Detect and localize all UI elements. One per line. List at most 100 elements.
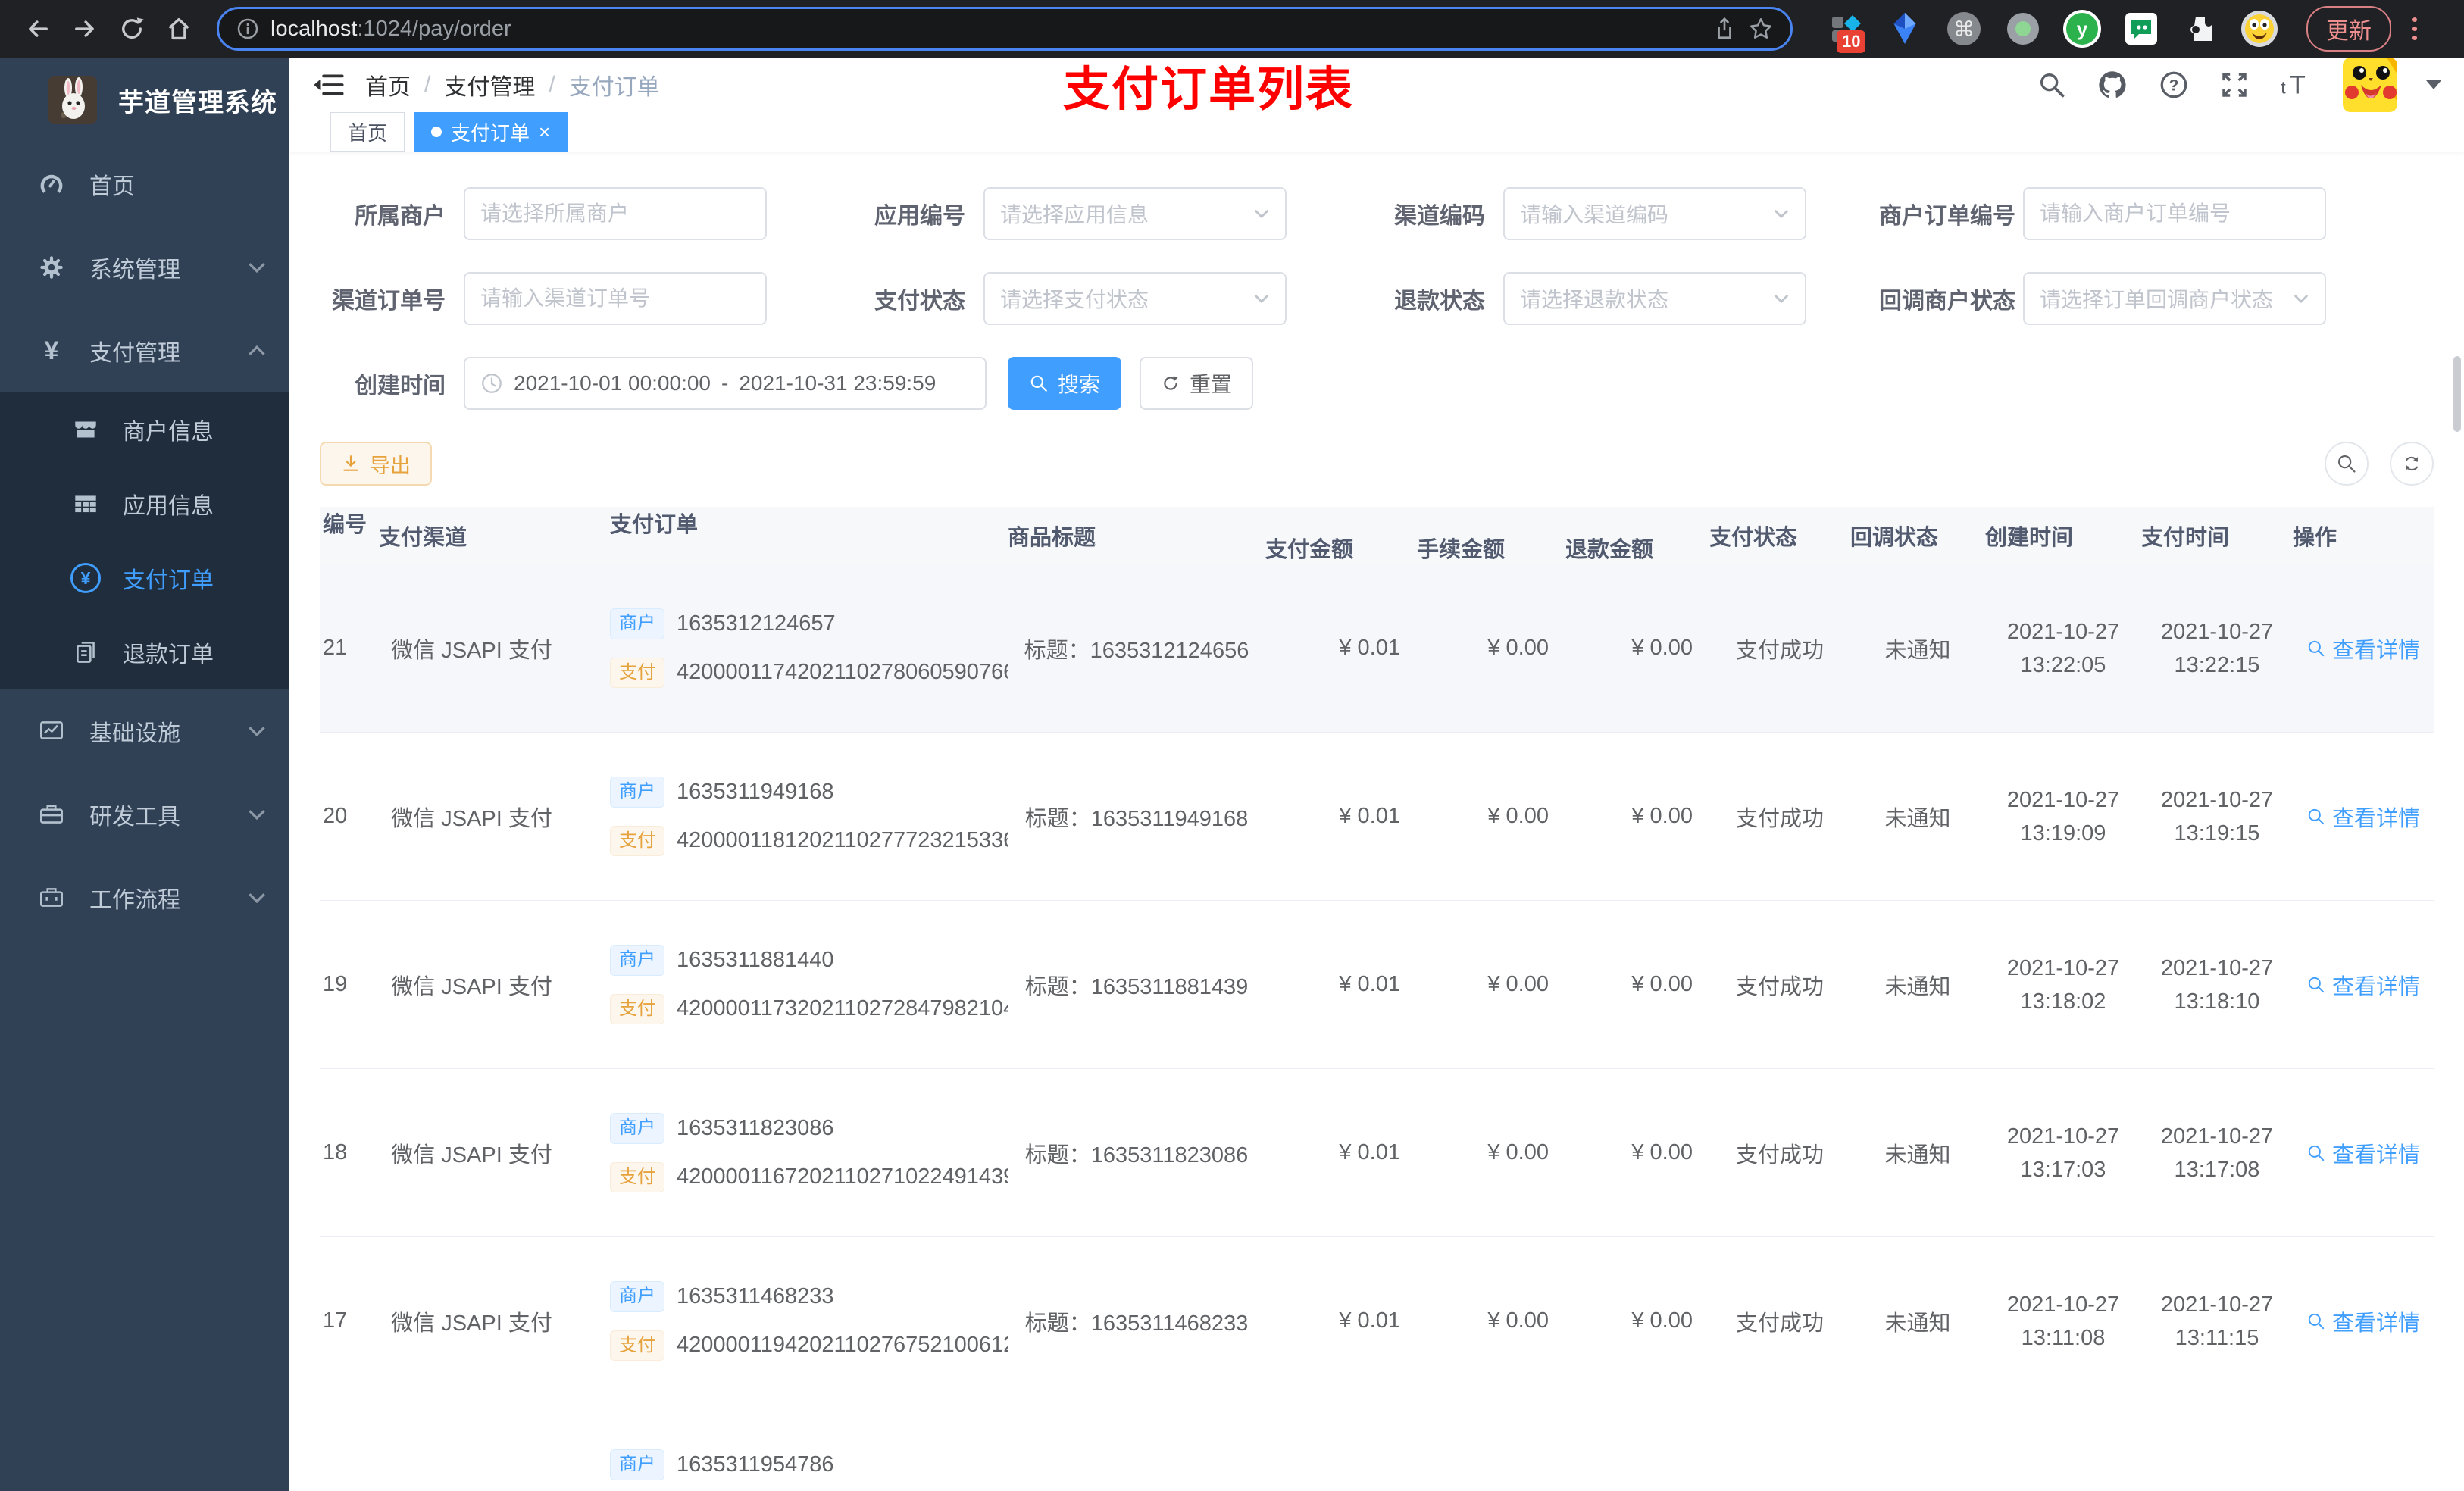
- svg-text:t: t: [2281, 78, 2286, 98]
- view-detail-link[interactable]: 查看详情: [2306, 633, 2420, 664]
- extension-badge: 10: [1837, 30, 1866, 53]
- channel-order-input[interactable]: [480, 286, 750, 311]
- store-icon: [67, 415, 105, 444]
- bookmark-star-icon[interactable]: [1748, 16, 1774, 42]
- cell-notify-status: 未通知: [1884, 638, 1951, 663]
- cell-product-title: 标题：1635312124656: [1024, 638, 1249, 663]
- sidebar-item-refund-order[interactable]: 退款订单: [0, 615, 289, 689]
- col-header-fee-amount: 手续金额: [1417, 538, 1506, 562]
- sidebar-item-workflow[interactable]: 工作流程: [0, 856, 289, 939]
- view-detail-link[interactable]: 查看详情: [2306, 1305, 2420, 1337]
- cell-fee-amount: ¥ 0.00: [1487, 636, 1549, 660]
- merchant-select[interactable]: [464, 187, 767, 240]
- view-detail-link[interactable]: 查看详情: [2306, 801, 2420, 833]
- merchant-order-input[interactable]: [2040, 202, 2309, 226]
- sidebar-item-dev-tools[interactable]: 研发工具: [0, 773, 289, 856]
- share-icon[interactable]: [1712, 16, 1737, 42]
- view-detail-link[interactable]: 查看详情: [2306, 1137, 2420, 1169]
- sidebar-item-payment[interactable]: ¥ 支付管理: [0, 309, 289, 392]
- merchant-order-input-wrap[interactable]: [2023, 187, 2326, 240]
- app-select[interactable]: 请选择应用信息: [983, 187, 1287, 240]
- address-bar[interactable]: localhost:1024/pay/order: [217, 7, 1793, 51]
- fullscreen-icon[interactable]: [2219, 69, 2250, 101]
- sidebar-item-pay-order[interactable]: ¥ 支付订单: [0, 541, 289, 615]
- tab-home[interactable]: 首页: [330, 112, 405, 152]
- cell-pay-time: 2021-10-27 13:17:08: [2160, 1124, 2274, 1182]
- cell-pay-time: 2021-10-27 13:11:15: [2160, 1292, 2274, 1350]
- refresh-icon: [2405, 456, 2419, 471]
- briefcase-icon: [33, 883, 70, 912]
- help-icon[interactable]: ?: [2158, 69, 2190, 101]
- emoji-extension-icon[interactable]: [2240, 9, 2279, 48]
- cell-pay-status: 支付成功: [1735, 806, 1824, 831]
- page-scrollbar-thumb[interactable]: [2453, 356, 2461, 432]
- export-button[interactable]: 导出: [320, 442, 432, 486]
- breadcrumb-home[interactable]: 首页: [365, 68, 411, 102]
- pay-status-select[interactable]: 请选择支付状态: [983, 272, 1287, 325]
- github-icon[interactable]: [2096, 68, 2129, 102]
- date-separator: -: [721, 371, 729, 395]
- breadcrumb-pay-manage[interactable]: 支付管理: [444, 68, 535, 102]
- refresh-table-button[interactable]: [2390, 442, 2434, 486]
- refund-status-select[interactable]: 请选择退款状态: [1503, 272, 1806, 325]
- cell-pay-status: 支付成功: [1735, 974, 1824, 999]
- channel-order-input-wrap[interactable]: [464, 272, 767, 325]
- cell-refund-amount: ¥ 0.00: [1631, 1140, 1693, 1164]
- sidebar-item-system[interactable]: 系统管理: [0, 226, 289, 309]
- user-avatar[interactable]: [2343, 58, 2397, 112]
- search-button[interactable]: 搜索: [1008, 357, 1122, 410]
- pay-tag: 支付: [610, 825, 664, 856]
- chevron-down-icon: [1774, 294, 1789, 304]
- cell-refund-amount: ¥ 0.00: [1631, 1308, 1693, 1333]
- browser-home-button[interactable]: [159, 9, 199, 48]
- header-search-icon[interactable]: [2037, 70, 2067, 100]
- tab-pay-order[interactable]: 支付订单 ×: [414, 112, 568, 152]
- table-row: 18 微信 JSAPI 支付 商户 1635311823086 支付 4200001167…: [320, 1069, 2434, 1237]
- search-icon: [2308, 640, 2325, 656]
- create-time-range-picker[interactable]: 2021-10-01 00:00:00 - 2021-10-31 23:59:5…: [464, 357, 987, 410]
- channel-code-select[interactable]: 请输入渠道编码: [1503, 187, 1806, 240]
- browser-menu-icon[interactable]: [2412, 17, 2417, 40]
- y-green-extension-icon[interactable]: y: [2062, 9, 2102, 48]
- sidebar-item-home[interactable]: 首页: [0, 142, 289, 226]
- sidebar-fold-icon[interactable]: [312, 70, 344, 99]
- tampermonkey-extension-icon[interactable]: 10: [1826, 9, 1866, 53]
- avatar-caret-icon[interactable]: [2426, 80, 2441, 89]
- browser-update-button[interactable]: 更新: [2306, 6, 2391, 52]
- create-time-label: 创建时间: [355, 374, 446, 399]
- merchant-order-no: 1635311468233: [677, 1283, 834, 1308]
- cell-notify-status: 未通知: [1884, 974, 1951, 999]
- merchant-tag: 商户: [610, 945, 664, 976]
- cell-row-action: 查看详情: [2293, 733, 2434, 900]
- browser-chrome: localhost:1024/pay/order 10 ⌘ y 更新: [0, 0, 2464, 58]
- sidebar-item-merchant-info[interactable]: 商户信息: [0, 392, 289, 467]
- browser-forward-button[interactable]: [65, 9, 105, 48]
- cell-pay-amount: ¥ 0.01: [1339, 636, 1400, 660]
- browser-reload-button[interactable]: [112, 9, 152, 48]
- date-end: 2021-10-31 23:59:59: [739, 371, 937, 395]
- merchant-order-label: 商户订单编号: [1879, 204, 2015, 229]
- cell-pay-status: [1709, 1405, 1850, 1491]
- merchant-input[interactable]: [480, 202, 750, 226]
- cell-notify-status: 未通知: [1884, 806, 1951, 831]
- kite-extension-icon[interactable]: [1885, 9, 1925, 48]
- command-extension-icon[interactable]: ⌘: [1944, 9, 1984, 48]
- chevron-down-icon: [2294, 294, 2309, 304]
- tab-close-icon[interactable]: ×: [539, 122, 550, 142]
- search-icon: [2338, 455, 2356, 473]
- browser-back-button[interactable]: [18, 9, 58, 48]
- grey-green-dot-extension-icon[interactable]: [2003, 9, 2043, 48]
- font-size-icon[interactable]: tT: [2279, 69, 2314, 101]
- site-info-icon[interactable]: [236, 17, 260, 41]
- toggle-search-button[interactable]: [2325, 442, 2369, 486]
- chat-extension-icon[interactable]: [2122, 9, 2161, 48]
- cell-order-id: 17: [323, 1308, 348, 1333]
- puzzle-extensions-icon[interactable]: [2181, 9, 2220, 48]
- sidebar-item-infrastructure[interactable]: 基础设施: [0, 689, 289, 773]
- notify-status-select[interactable]: 请选择订单回调商户状态: [2023, 272, 2326, 325]
- cell-refund-amount: [1565, 1405, 1709, 1491]
- reset-button[interactable]: 重置: [1140, 357, 1254, 410]
- sidebar-item-app-info[interactable]: 应用信息: [0, 467, 289, 541]
- view-detail-link[interactable]: 查看详情: [2306, 969, 2420, 1001]
- cell-product-title: 标题：1635311468233: [1024, 1311, 1249, 1336]
